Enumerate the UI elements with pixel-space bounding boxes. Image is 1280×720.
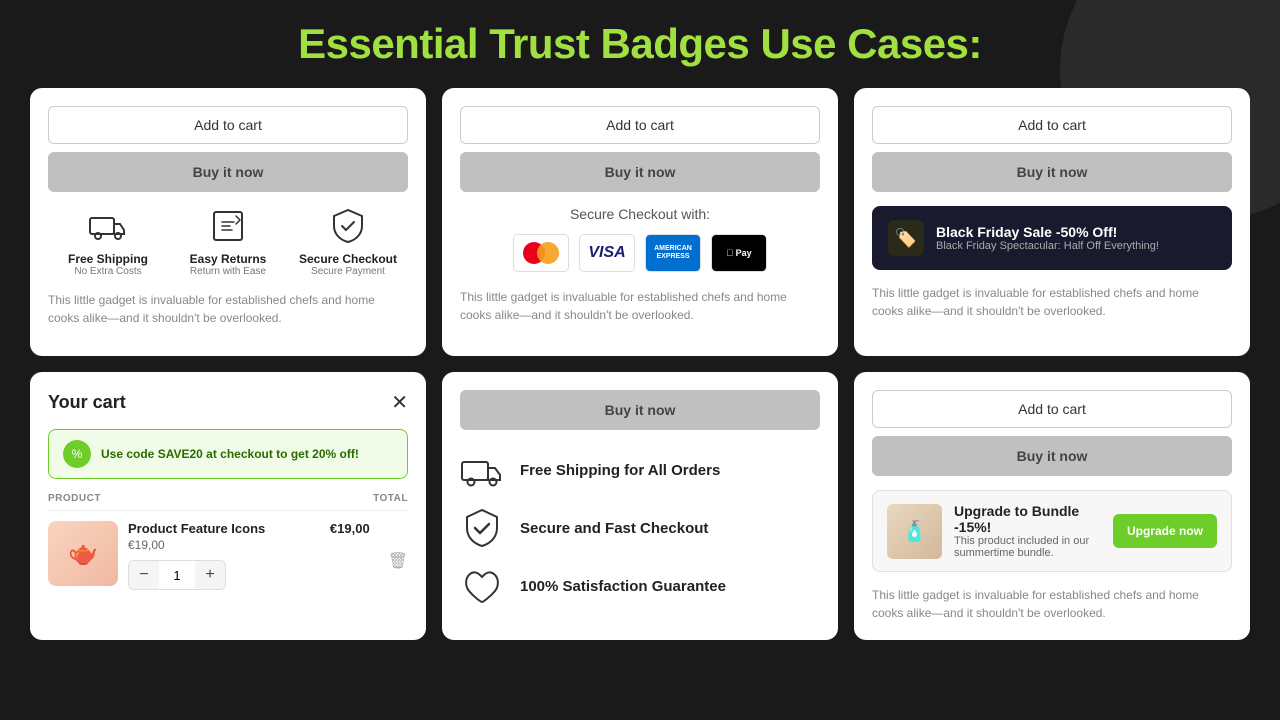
card3-desc: This little gadget is invaluable for est… — [872, 284, 1232, 320]
card1-desc: This little gadget is invaluable for est… — [48, 291, 408, 327]
card-black-friday: Add to cart Buy it now 🏷️ Black Friday S… — [854, 88, 1250, 356]
shipping-icon — [460, 448, 504, 492]
product-details: Product Feature Icons €19,00 − 1 + — [128, 521, 320, 590]
bundle-banner: 🧴 Upgrade to Bundle -15%! This product i… — [872, 490, 1232, 572]
product-total-value: €19,00 — [330, 521, 370, 536]
visa-icon: VISA — [579, 234, 635, 272]
promo-banner: % Use code SAVE20 at checkout to get 20%… — [48, 429, 408, 479]
page-title: Essential Trust Badges Use Cases: — [30, 20, 1250, 68]
bundle-text: Upgrade to Bundle -15%! This product inc… — [954, 503, 1101, 559]
bundle-title: Upgrade to Bundle -15%! — [954, 503, 1101, 535]
bundle-thumbnail: 🧴 — [887, 504, 942, 559]
shield-icon — [328, 206, 368, 246]
close-icon[interactable]: ✕ — [391, 390, 408, 415]
applepay-icon:  Pay — [711, 234, 767, 272]
trust-item-shipping: Free Shipping for All Orders — [460, 448, 820, 492]
cart-product-header: PRODUCT TOTAL — [48, 493, 408, 511]
secure-checkout-icon — [460, 506, 504, 550]
cart-title: Your cart — [48, 392, 126, 413]
amex-icon: AMERICANEXPRESS — [645, 234, 701, 272]
truck-icon — [88, 206, 128, 246]
card-trust-badges: Add to cart Buy it now Free Shipping No … — [30, 88, 426, 356]
cart-product-row: 🫖 Product Feature Icons €19,00 − 1 + €19… — [48, 521, 408, 590]
cards-grid: Add to cart Buy it now Free Shipping No … — [30, 88, 1250, 640]
product-thumbnail: 🫖 — [48, 521, 118, 586]
bf-subtitle: Black Friday Spectacular: Half Off Every… — [936, 240, 1159, 252]
cart-header: Your cart ✕ — [48, 390, 408, 415]
buy-it-now-button-6[interactable]: Buy it now — [872, 436, 1232, 476]
trust-secure-label: Secure and Fast Checkout — [520, 520, 708, 537]
promo-percent-icon: % — [63, 440, 91, 468]
badge-free-shipping: Free Shipping No Extra Costs — [48, 206, 168, 277]
buy-it-now-button-1[interactable]: Buy it now — [48, 152, 408, 192]
buy-it-now-button-5[interactable]: Buy it now — [460, 390, 820, 430]
card-your-cart: Your cart ✕ % Use code SAVE20 at checkou… — [30, 372, 426, 640]
add-to-cart-button-2[interactable]: Add to cart — [460, 106, 820, 144]
product-total: €19,00 — [330, 521, 370, 536]
promo-text: Use code SAVE20 at checkout to get 20% o… — [101, 447, 359, 461]
trust-item-satisfaction: 100% Satisfaction Guarantee — [460, 564, 820, 608]
upgrade-now-button[interactable]: Upgrade now — [1113, 514, 1217, 548]
qty-increase-button[interactable]: + — [195, 561, 225, 589]
quantity-input[interactable]: 1 — [159, 568, 195, 583]
badge-free-shipping-title: Free Shipping — [48, 252, 168, 266]
mastercard-icon — [513, 234, 569, 272]
badge-secure-checkout-title: Secure Checkout — [288, 252, 408, 266]
percent-icon: 🏷️ — [888, 220, 924, 256]
product-price: €19,00 — [128, 538, 320, 552]
badge-secure-checkout-sub: Secure Payment — [288, 266, 408, 277]
card-trust-list: Buy it now Free Shipping for All Orders — [442, 372, 838, 640]
qty-decrease-button[interactable]: − — [129, 561, 159, 589]
black-friday-banner: 🏷️ Black Friday Sale -50% Off! Black Fri… — [872, 206, 1232, 270]
badge-easy-returns-title: Easy Returns — [168, 252, 288, 266]
card-payment-methods: Add to cart Buy it now Secure Checkout w… — [442, 88, 838, 356]
delete-icon[interactable]: 🗑 — [388, 551, 408, 571]
quantity-control: − 1 + — [128, 560, 226, 590]
bundle-subtitle: This product included in our summertime … — [954, 535, 1101, 559]
bf-title: Black Friday Sale -50% Off! — [936, 224, 1159, 240]
returns-icon — [208, 206, 248, 246]
card6-desc: This little gadget is invaluable for est… — [872, 586, 1232, 622]
satisfaction-icon — [460, 564, 504, 608]
add-to-cart-button-3[interactable]: Add to cart — [872, 106, 1232, 144]
badge-secure-checkout: Secure Checkout Secure Payment — [288, 206, 408, 277]
card2-desc: This little gadget is invaluable for est… — [460, 288, 820, 324]
trust-items-list: Free Shipping for All Orders Secure and … — [460, 448, 820, 608]
payment-methods-row: VISA AMERICANEXPRESS  Pay — [460, 234, 820, 272]
badge-free-shipping-sub: No Extra Costs — [48, 266, 168, 277]
trust-badges-row: Free Shipping No Extra Costs Easy Return… — [48, 206, 408, 277]
add-to-cart-button-1[interactable]: Add to cart — [48, 106, 408, 144]
product-name: Product Feature Icons — [128, 521, 320, 536]
buy-it-now-button-2[interactable]: Buy it now — [460, 152, 820, 192]
bf-text: Black Friday Sale -50% Off! Black Friday… — [936, 224, 1159, 252]
trust-item-secure: Secure and Fast Checkout — [460, 506, 820, 550]
badge-easy-returns-sub: Return with Ease — [168, 266, 288, 277]
trust-shipping-label: Free Shipping for All Orders — [520, 462, 720, 479]
buy-it-now-button-3[interactable]: Buy it now — [872, 152, 1232, 192]
add-to-cart-button-6[interactable]: Add to cart — [872, 390, 1232, 428]
trust-satisfaction-label: 100% Satisfaction Guarantee — [520, 578, 726, 595]
card-bundle-upgrade: Add to cart Buy it now 🧴 Upgrade to Bund… — [854, 372, 1250, 640]
badge-easy-returns: Easy Returns Return with Ease — [168, 206, 288, 277]
secure-checkout-label: Secure Checkout with: — [460, 206, 820, 222]
col-total-label: TOTAL — [373, 493, 408, 504]
col-product-label: PRODUCT — [48, 493, 101, 504]
